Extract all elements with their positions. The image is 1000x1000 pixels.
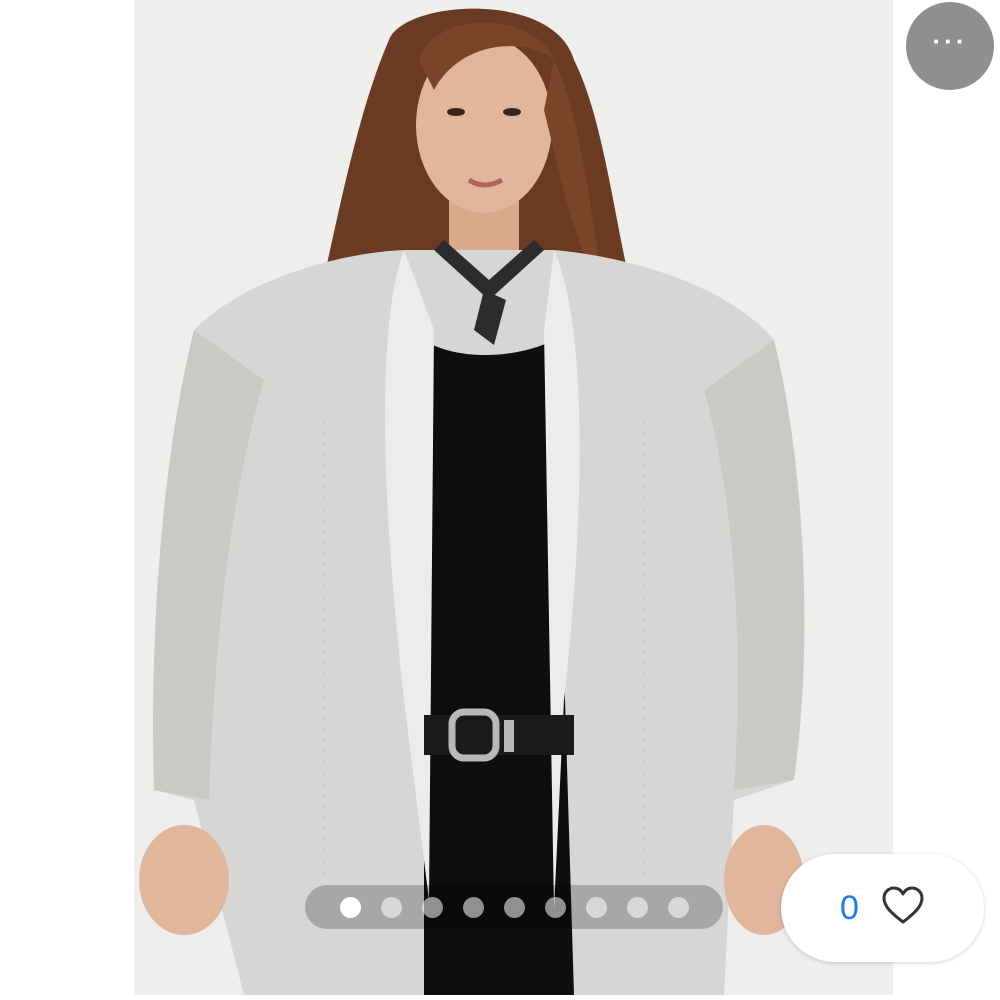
carousel-dot[interactable] bbox=[339, 896, 361, 918]
carousel-dot[interactable] bbox=[667, 896, 689, 918]
ellipsis-icon: ··· bbox=[932, 26, 968, 56]
product-photo[interactable] bbox=[134, 0, 893, 995]
carousel-dot[interactable] bbox=[544, 896, 566, 918]
heart-outline-icon bbox=[881, 886, 925, 931]
carousel-dot[interactable] bbox=[462, 896, 484, 918]
carousel-dot[interactable] bbox=[585, 896, 607, 918]
model-illustration bbox=[139, 8, 805, 995]
carousel-dot[interactable] bbox=[380, 896, 402, 918]
carousel-indicator bbox=[305, 885, 723, 929]
like-button[interactable]: 0 bbox=[781, 854, 984, 962]
more-options-button[interactable]: ··· bbox=[906, 2, 994, 90]
carousel-dot[interactable] bbox=[626, 896, 648, 918]
carousel-dot[interactable] bbox=[503, 896, 525, 918]
like-count: 0 bbox=[840, 888, 859, 927]
carousel-dot[interactable] bbox=[421, 896, 443, 918]
